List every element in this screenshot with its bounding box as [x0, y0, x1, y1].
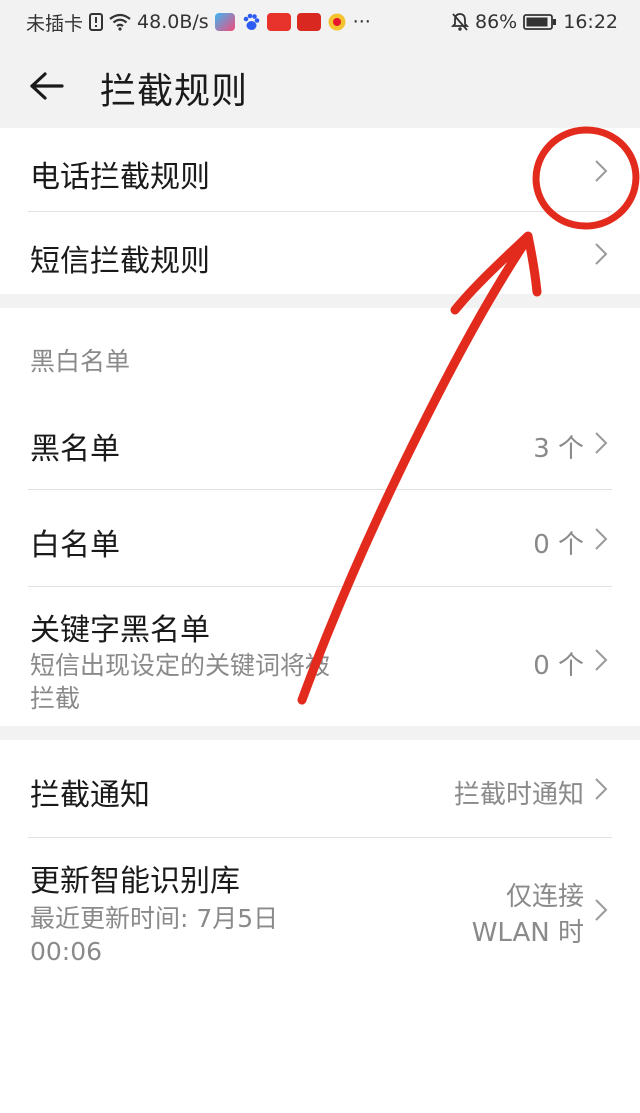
keyword-blacklist-subtitle-line2: 拦截: [30, 684, 81, 713]
rules-section: 电话拦截规则 短信拦截规则: [0, 128, 640, 294]
section-gap: [0, 294, 640, 308]
lists-section-title: 黑白名单: [30, 347, 131, 376]
whitelist-label: 白名单: [30, 528, 120, 563]
lists-section-header: 黑白名单: [0, 308, 640, 404]
carrier-text: 未插卡: [26, 12, 84, 35]
block-notification-label: 拦截通知: [30, 778, 150, 813]
lists-section: 黑白名单 黑名单 3 个 白名单 0 个 关键字黑名单 短信出现设定的关键词将被…: [0, 308, 640, 726]
battery-percent-text: 86%: [475, 11, 518, 33]
chevron-right-icon: [595, 432, 608, 454]
status-bar: 未插卡 48.0B/s ··· 86% 16:22: [0, 0, 640, 44]
update-recognition-db-subtitle-line2: 00:06: [30, 937, 103, 966]
chevron-right-icon: [595, 899, 608, 921]
chevron-right-icon: [595, 160, 608, 182]
update-recognition-db-value-line2: WLAN 时: [471, 918, 584, 948]
baidu-paw-icon: [241, 12, 261, 32]
whitelist-count: 0 个: [533, 530, 584, 560]
block-notification-value: 拦截时通知: [453, 780, 584, 810]
sms-block-rules-label: 短信拦截规则: [30, 244, 210, 279]
battery-icon: [523, 13, 557, 31]
status-left: 未插卡 48.0B/s ···: [26, 9, 371, 36]
keyword-blacklist-subtitle-line1: 短信出现设定的关键词将被: [30, 651, 331, 680]
misc-section: 拦截通知 拦截时通知 更新智能识别库 最近更新时间: 7月5日 00:06 仅连…: [0, 740, 640, 988]
net-speed-text: 48.0B/s: [137, 11, 209, 33]
video-app-icon: [214, 13, 235, 31]
section-gap: [0, 726, 640, 740]
clock-text: 16:22: [563, 11, 618, 33]
whitelist-item[interactable]: 白名单 0 个: [28, 490, 612, 587]
call-block-rules-item[interactable]: 电话拦截规则: [28, 128, 612, 212]
settings-content: 电话拦截规则 短信拦截规则 黑白名单 黑名单 3 个 白名单 0 个 关键字黑名…: [0, 128, 640, 988]
chevron-right-icon: [595, 243, 608, 265]
update-recognition-db-subtitle-line1: 最近更新时间: 7月5日: [30, 904, 279, 933]
back-button[interactable]: [24, 66, 70, 106]
title-bar: 拦截规则: [0, 44, 640, 128]
call-block-rules-label: 电话拦截规则: [30, 160, 210, 195]
arrow-left-icon: [30, 72, 64, 100]
blacklist-item[interactable]: 黑名单 3 个: [28, 404, 612, 490]
sms-block-rules-item[interactable]: 短信拦截规则: [28, 212, 612, 294]
wifi-icon: [109, 13, 131, 31]
blacklist-count: 3 个: [533, 434, 584, 464]
toutiao-icon: [266, 13, 291, 31]
page-title: 拦截规则: [100, 71, 249, 112]
update-recognition-db-label: 更新智能识别库: [30, 864, 240, 899]
bell-muted-icon: [451, 12, 469, 32]
chevron-right-icon: [595, 778, 608, 800]
blacklist-label: 黑名单: [30, 432, 120, 467]
status-right: 86% 16:22: [451, 11, 618, 33]
keyword-blacklist-count: 0 个: [533, 651, 584, 681]
update-recognition-db-item[interactable]: 更新智能识别库 最近更新时间: 7月5日 00:06 仅连接 WLAN 时: [28, 838, 612, 988]
keyword-blacklist-label: 关键字黑名单: [30, 613, 210, 648]
kuaibao-icon: [296, 13, 321, 31]
more-notifications-icon: ···: [352, 11, 371, 33]
update-recognition-db-value-line1: 仅连接: [505, 882, 584, 912]
chevron-right-icon: [595, 528, 608, 550]
chevron-right-icon: [595, 649, 608, 671]
sim-alert-icon: [89, 13, 104, 31]
weibo-icon: [327, 12, 347, 32]
block-notification-item[interactable]: 拦截通知 拦截时通知: [28, 740, 612, 838]
keyword-blacklist-item[interactable]: 关键字黑名单 短信出现设定的关键词将被 拦截 0 个: [28, 587, 612, 726]
